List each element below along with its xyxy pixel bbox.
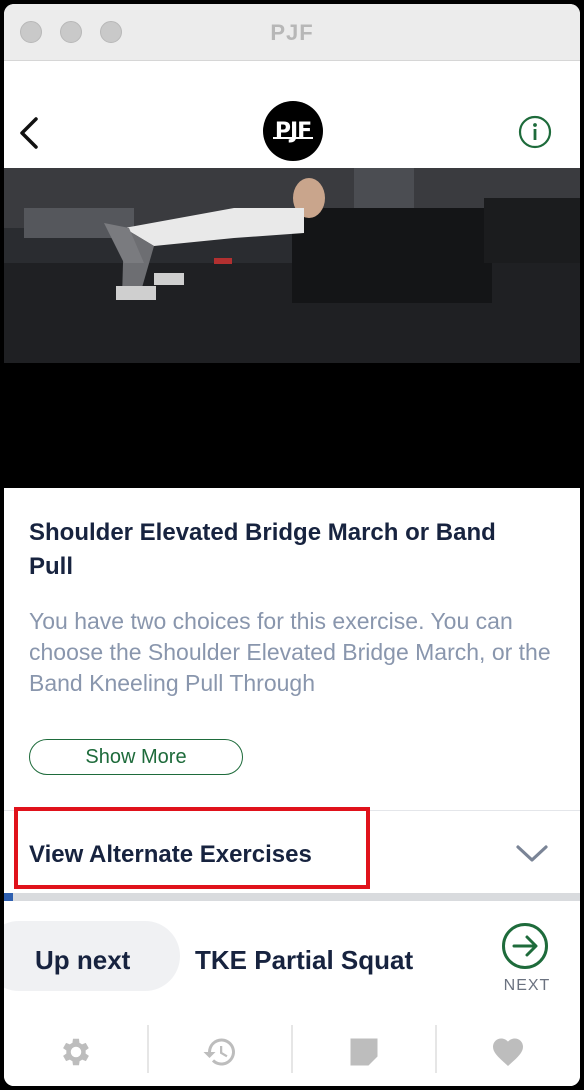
history-icon: [203, 1038, 235, 1065]
brand-logo: PJF: [263, 101, 323, 161]
exercise-video[interactable]: [4, 168, 580, 488]
next-button-label[interactable]: NEXT: [500, 977, 554, 995]
arrow-right-circle-icon[interactable]: [500, 921, 550, 971]
window-title: PJF: [270, 20, 314, 45]
exercise-title: Shoulder Elevated Bridge March or Band P…: [29, 519, 496, 580]
tab-notes[interactable]: [292, 1017, 436, 1086]
next-exercise-name[interactable]: TKE Partial Squat: [195, 945, 413, 976]
alternate-exercises-row[interactable]: View Alternate Exercises: [4, 810, 580, 895]
chevron-down-icon: [516, 845, 548, 862]
note-icon: [350, 1038, 378, 1065]
app-header: PJF: [4, 61, 580, 168]
up-next-bar: Up next TKE Partial Squat NEXT: [4, 901, 580, 1017]
alternate-exercises-label: View Alternate Exercises: [29, 841, 312, 868]
tab-favorites[interactable]: [436, 1017, 580, 1086]
chevron-left-icon[interactable]: [16, 115, 44, 151]
app-window: PJF PJF Shoulder Elevated Bridge March o…: [4, 4, 580, 1086]
bottom-tab-bar: [4, 1017, 580, 1086]
tab-history[interactable]: [148, 1017, 292, 1086]
video-frame: [4, 168, 580, 363]
info-circle-icon[interactable]: [518, 115, 552, 149]
exercise-details: Shoulder Elevated Bridge March or Band P…: [4, 488, 580, 810]
up-next-label: Up next: [35, 945, 131, 975]
tab-settings[interactable]: [4, 1017, 148, 1086]
show-more-button[interactable]: Show More: [29, 739, 243, 775]
exercise-description: You have two choices for this exercise. …: [29, 608, 551, 696]
gear-icon: [63, 1038, 89, 1065]
logo-text: PJF: [274, 118, 312, 144]
workout-progress-bar: [4, 893, 580, 901]
title-bar: PJF: [4, 4, 580, 61]
heart-icon: [493, 1038, 523, 1066]
workout-progress-fill: [4, 893, 13, 901]
